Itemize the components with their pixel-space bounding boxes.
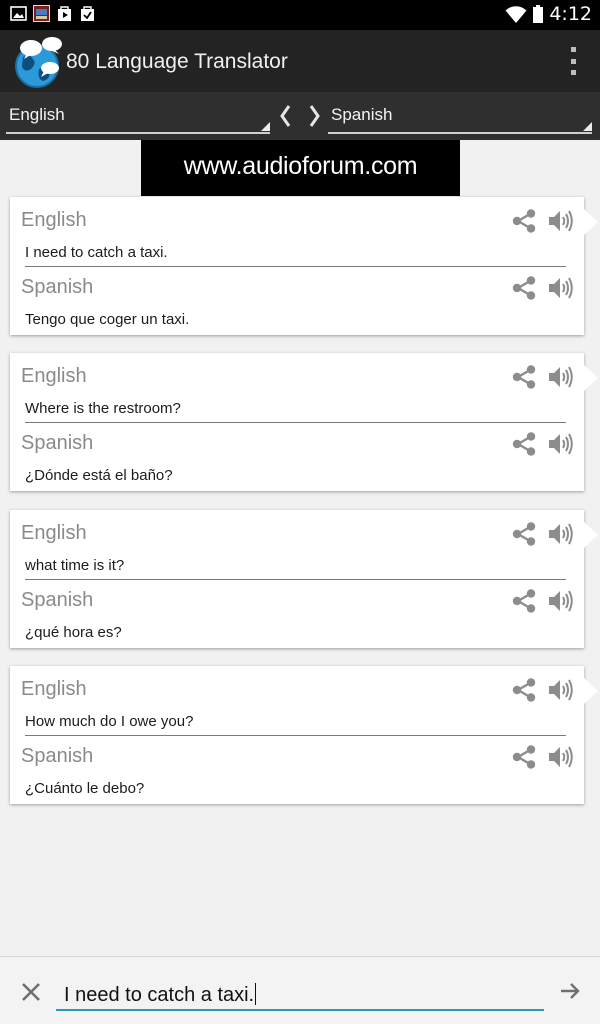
target-language-heading: Spanish	[21, 745, 94, 767]
target-language-heading: Spanish	[21, 432, 94, 454]
action-bar: 80 Language Translator	[0, 30, 600, 92]
source-language-heading: English	[21, 209, 87, 231]
app-title: 80 Language Translator	[66, 50, 288, 73]
target-block: Spanish ¿Cuánto le debo?	[10, 737, 584, 801]
system-icons: 4:12	[505, 3, 592, 25]
source-language-heading: English	[21, 365, 87, 387]
target-language-spinner[interactable]: Spanish	[328, 98, 592, 134]
speaker-icon[interactable]	[546, 363, 574, 391]
dropdown-triangle-icon	[583, 122, 592, 131]
source-block: English I need to catch a taxi.	[10, 201, 584, 265]
source-actions	[510, 207, 574, 235]
target-language-label: Spanish	[331, 105, 393, 124]
phrase-input[interactable]: I need to catch a taxi.	[56, 971, 544, 1011]
battery-icon	[533, 5, 544, 23]
target-actions	[510, 274, 574, 302]
share-icon[interactable]	[510, 743, 538, 771]
source-phrase: what time is it?	[25, 557, 125, 574]
image-icon	[10, 6, 27, 21]
target-phrase: ¿Dónde está el baño?	[25, 467, 173, 484]
target-actions	[510, 430, 574, 458]
notification-icons	[10, 5, 96, 22]
globe-speech-logo-icon[interactable]	[13, 33, 65, 89]
clipboard-check-icon	[81, 6, 94, 21]
target-actions	[510, 587, 574, 615]
card-pointer	[584, 678, 598, 704]
target-phrase: Tengo que coger un taxi.	[25, 311, 190, 328]
translation-card: English I need to catch a taxi. Spanish Ten…	[10, 197, 598, 335]
speaker-icon[interactable]	[546, 743, 574, 771]
share-icon[interactable]	[510, 430, 538, 458]
target-block: Spanish ¿qué hora es?	[10, 581, 584, 645]
target-block: Spanish ¿Dónde está el baño?	[10, 424, 584, 488]
source-language-heading: English	[21, 522, 87, 544]
source-language-label: English	[9, 105, 65, 124]
source-phrase: I need to catch a taxi.	[25, 244, 168, 261]
card-divider	[25, 266, 566, 267]
speaker-icon[interactable]	[546, 430, 574, 458]
speaker-icon[interactable]	[546, 520, 574, 548]
card-divider	[25, 579, 566, 580]
ad-banner[interactable]: www.audioforum.com	[141, 140, 460, 196]
chevron-right-icon	[309, 105, 320, 127]
share-icon[interactable]	[510, 207, 538, 235]
card-pointer	[584, 522, 598, 548]
source-phrase: Where is the restroom?	[25, 400, 181, 417]
translation-card: English Where is the restroom? Spanish ¿Dón…	[10, 353, 598, 491]
target-phrase: ¿qué hora es?	[25, 624, 122, 641]
banner-text: www.audioforum.com	[183, 152, 418, 180]
card-pointer	[584, 365, 598, 391]
target-block: Spanish Tengo que coger un taxi.	[10, 268, 584, 332]
source-phrase: How much do I owe you?	[25, 713, 194, 730]
speaker-icon[interactable]	[546, 207, 574, 235]
share-icon[interactable]	[510, 520, 538, 548]
speaker-icon[interactable]	[546, 274, 574, 302]
card-divider	[25, 735, 566, 736]
app-thumbnail-icon	[33, 5, 50, 22]
target-language-heading: Spanish	[21, 276, 94, 298]
speaker-icon[interactable]	[546, 587, 574, 615]
translation-card: English How much do I owe you? Spanish ¿Cuá…	[10, 666, 598, 804]
card-pointer	[584, 209, 598, 235]
speaker-icon[interactable]	[546, 676, 574, 704]
wifi-icon	[505, 6, 527, 23]
language-bar: English Spanish	[0, 92, 600, 140]
phrase-input-value: I need to catch a taxi.	[64, 984, 255, 1006]
share-icon[interactable]	[510, 274, 538, 302]
chevron-left-icon	[280, 105, 291, 127]
source-block: English How much do I owe you?	[10, 670, 584, 734]
input-bar: I need to catch a taxi.	[0, 956, 600, 1024]
source-block: English Where is the restroom?	[10, 357, 584, 421]
dropdown-triangle-icon	[261, 122, 270, 131]
text-caret	[255, 983, 257, 1005]
target-phrase: ¿Cuánto le debo?	[25, 780, 145, 797]
card-divider	[25, 422, 566, 423]
share-icon[interactable]	[510, 676, 538, 704]
source-language-heading: English	[21, 678, 87, 700]
source-actions	[510, 676, 574, 704]
close-icon[interactable]	[18, 979, 44, 1005]
play-store-icon	[58, 6, 71, 21]
overflow-menu-icon[interactable]	[568, 47, 578, 75]
status-bar: 4:12	[0, 0, 600, 30]
swap-languages-button[interactable]	[278, 99, 322, 133]
translation-card: English what time is it? Spanish ¿qué hora …	[10, 510, 598, 648]
source-actions	[510, 520, 574, 548]
source-language-spinner[interactable]: English	[6, 98, 270, 134]
clock: 4:12	[549, 3, 592, 25]
target-actions	[510, 743, 574, 771]
target-language-heading: Spanish	[21, 589, 94, 611]
share-icon[interactable]	[510, 363, 538, 391]
source-block: English what time is it?	[10, 514, 584, 578]
arrow-right-icon[interactable]	[558, 979, 582, 1003]
share-icon[interactable]	[510, 587, 538, 615]
source-actions	[510, 363, 574, 391]
